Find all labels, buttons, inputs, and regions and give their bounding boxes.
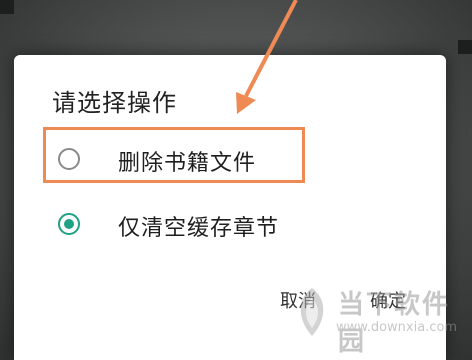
watermark: 当下软件园 www.downxia.com [286, 282, 466, 357]
watermark-en-text: www.downxia.com [336, 320, 458, 335]
downxia-logo [300, 288, 324, 336]
